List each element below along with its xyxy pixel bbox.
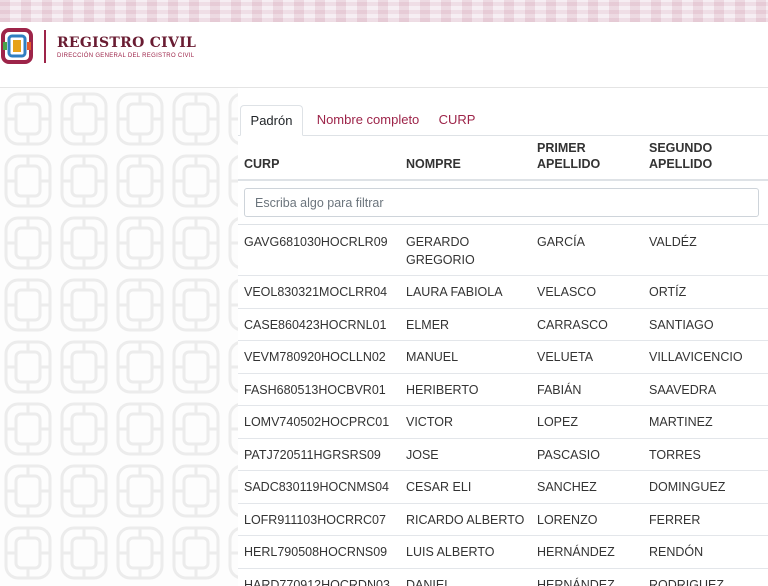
table-row[interactable]: HARD770912HOCRDN03 DANIEL HERNÁNDEZ RODR…	[238, 569, 768, 586]
table-row[interactable]: LOMV740502HOCPRC01 VICTOR LOPEZ MARTINEZ	[238, 406, 768, 439]
cell-curp: CASE860423HOCRNL01	[244, 318, 387, 332]
search-panel: Padrón Nombre completo CURP CURP NOMPRE …	[238, 88, 768, 586]
tab-curp[interactable]: CURP	[435, 105, 479, 136]
cell-segundo-apellido: MARTINEZ	[649, 415, 713, 429]
brand-title: REGISTRO CIVIL	[57, 35, 197, 51]
table-row[interactable]: SADC830119HOCNMS04 CESAR ELI SANCHEZ DOM…	[238, 471, 768, 504]
cell-nombre: VICTOR	[406, 415, 453, 429]
cell-primer-apellido: HERNÁNDEZ	[537, 545, 615, 559]
cell-curp: PATJ720511HGRSRS09	[244, 448, 381, 462]
cell-curp: FASH680513HOCBVR01	[244, 383, 386, 397]
cell-curp: HERL790508HOCRNS09	[244, 545, 388, 559]
cell-primer-apellido: FABIÁN	[537, 383, 582, 397]
cell-nombre: MANUEL	[406, 350, 459, 364]
cell-segundo-apellido: VILLAVICENCIO	[649, 350, 743, 364]
table-row[interactable]: VEOL830321MOCLRR04 LAURA FABIOLA VELASCO…	[238, 276, 768, 309]
cell-nombre-line2: GREGORIO	[406, 253, 475, 267]
brand-subtitle: DIRECCIÓN GENERAL DEL REGISTRO CIVIL	[57, 53, 195, 59]
logo-divider	[44, 30, 46, 63]
tab-padron[interactable]: Padrón	[240, 105, 303, 136]
table-header: CURP NOMPRE PRIMER APELLIDO SEGUNDO APEL…	[238, 136, 768, 181]
table-row[interactable]: FASH680513HOCBVR01 HERIBERTO FABIÁN SAAV…	[238, 374, 768, 406]
cell-nombre: JOSE	[406, 448, 439, 462]
cell-nombre: DANIEL	[406, 578, 452, 586]
cell-curp: GAVG681030HOCRLR09	[244, 235, 388, 249]
cell-segundo-apellido: TORRES	[649, 448, 701, 462]
cell-curp: LOFR911103HOCRRC07	[244, 513, 386, 527]
cell-primer-apellido: VELUETA	[537, 350, 594, 364]
column-header-segundo-line2: APELLIDO	[649, 157, 713, 171]
cell-nombre: GERARDO	[406, 235, 470, 249]
cell-curp: SADC830119HOCNMS04	[244, 480, 389, 494]
cell-nombre: CESAR ELI	[406, 480, 472, 494]
cell-primer-apellido: GARCÍA	[537, 235, 585, 249]
cell-primer-apellido: LOPEZ	[537, 415, 578, 429]
cell-segundo-apellido: RODRIGUEZ	[649, 578, 724, 586]
registro-civil-logo-icon	[1, 28, 33, 64]
cell-curp: VEOL830321MOCLRR04	[244, 285, 388, 299]
table-row[interactable]: GAVG681030HOCRLR09 GERARDO GREGORIO GARC…	[238, 225, 768, 276]
cell-primer-apellido: LORENZO	[537, 513, 598, 527]
table-row[interactable]: HERL790508HOCRNS09 LUIS ALBERTO HERNÁNDE…	[238, 536, 768, 569]
column-header-nombre[interactable]: NOMPRE	[406, 156, 526, 172]
cell-curp: VEVM780920HOCLLN02	[244, 350, 386, 364]
tab-bar: Padrón Nombre completo CURP	[238, 96, 768, 136]
cell-nombre: LUIS ALBERTO	[406, 545, 495, 559]
cell-primer-apellido: PASCASIO	[537, 448, 600, 462]
cell-nombre: LAURA FABIOLA	[406, 285, 503, 299]
column-header-segundo-apellido[interactable]: SEGUNDO APELLIDO	[649, 140, 712, 172]
decorative-side-pattern	[0, 88, 238, 586]
column-header-primer-line2: APELLIDO	[537, 157, 601, 171]
table-row[interactable]: PATJ720511HGRSRS09 JOSE PASCASIO TORRES	[238, 439, 768, 471]
cell-segundo-apellido: VALDÉZ	[649, 235, 697, 249]
column-header-primer-line1: PRIMER	[537, 141, 586, 155]
cell-segundo-apellido: DOMINGUEZ	[649, 480, 726, 494]
cell-nombre: ELMER	[406, 318, 450, 332]
cell-primer-apellido: VELASCO	[537, 285, 597, 299]
column-header-segundo-line1: SEGUNDO	[649, 141, 713, 155]
site-header: REGISTRO CIVIL DIRECCIÓN GENERAL DEL REG…	[0, 22, 768, 88]
cell-segundo-apellido: FERRER	[649, 513, 701, 527]
cell-segundo-apellido: SANTIAGO	[649, 318, 714, 332]
column-header-primer-apellido[interactable]: PRIMER APELLIDO	[537, 140, 600, 172]
table-row[interactable]: LOFR911103HOCRRC07 RICARDO ALBERTO LOREN…	[238, 504, 768, 536]
filter-input[interactable]	[244, 188, 759, 217]
cell-segundo-apellido: ORTÍZ	[649, 285, 687, 299]
decorative-pattern-band	[0, 0, 768, 22]
cell-primer-apellido: HERNÁNDEZ	[537, 578, 615, 586]
table-row[interactable]: CASE860423HOCRNL01 ELMER CARRASCO SANTIA…	[238, 309, 768, 341]
cell-primer-apellido: SANCHEZ	[537, 480, 597, 494]
tab-nombre-completo[interactable]: Nombre completo	[310, 105, 426, 136]
cell-segundo-apellido: SAAVEDRA	[649, 383, 717, 397]
column-header-curp[interactable]: CURP	[244, 156, 279, 172]
cell-curp: LOMV740502HOCPRC01	[244, 415, 390, 429]
cell-nombre: RICARDO ALBERTO	[406, 513, 525, 527]
cell-curp: HARD770912HOCRDN03	[244, 578, 390, 586]
cell-primer-apellido: CARRASCO	[537, 318, 608, 332]
cell-segundo-apellido: RENDÓN	[649, 545, 704, 559]
cell-nombre: HERIBERTO	[406, 383, 479, 397]
table-row[interactable]: VEVM780920HOCLLN02 MANUEL VELUETA VILLAV…	[238, 341, 768, 374]
filter-row	[238, 181, 768, 225]
